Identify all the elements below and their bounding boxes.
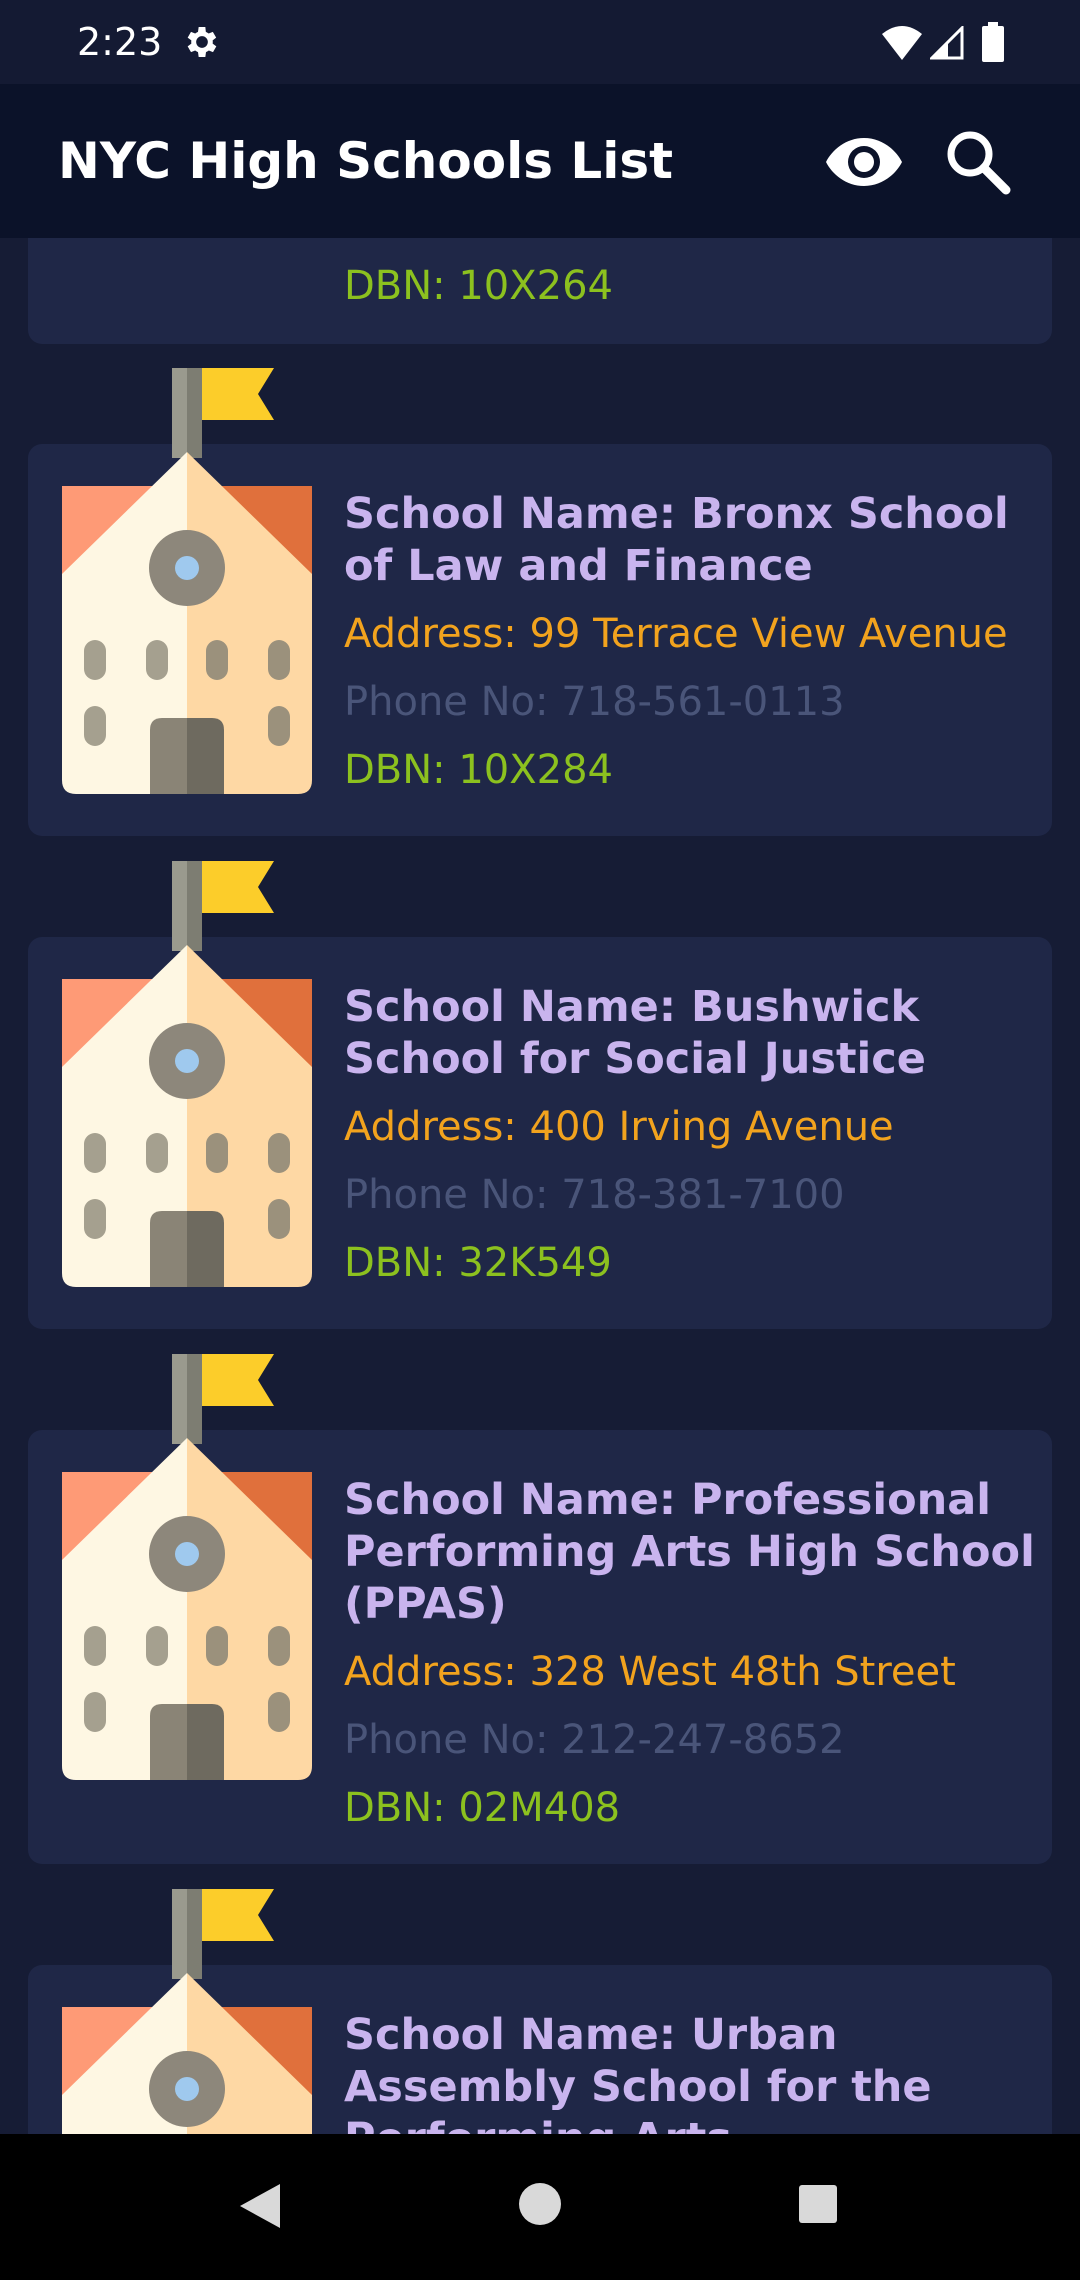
search-icon bbox=[947, 131, 1011, 195]
school-dbn: DBN: 32K549 bbox=[344, 1240, 612, 1286]
wifi-icon bbox=[882, 26, 922, 60]
school-card[interactable]: School Name: Urban Assembly School for t… bbox=[28, 1965, 1052, 2134]
app-bar: NYC High Schools List bbox=[0, 84, 1080, 238]
school-phone: Phone No: 212-247-8652 bbox=[344, 1717, 845, 1763]
school-card[interactable]: DBN: 10X264 bbox=[28, 238, 1052, 344]
school-building-icon bbox=[62, 1354, 312, 1780]
school-dbn: DBN: 10X284 bbox=[344, 747, 614, 793]
school-name: School Name: Bushwick School for Social … bbox=[344, 982, 926, 1084]
school-list[interactable]: DBN: 10X264 School Name: Bronx School of… bbox=[0, 238, 1080, 2134]
signal-icon bbox=[930, 26, 964, 60]
school-building-icon bbox=[62, 861, 312, 1287]
back-icon[interactable] bbox=[236, 2180, 284, 2232]
battery-icon bbox=[982, 22, 1004, 62]
app-title: NYC High Schools List bbox=[58, 132, 674, 190]
home-icon[interactable] bbox=[518, 2182, 562, 2226]
school-name: School Name: Professional Performing Art… bbox=[344, 1475, 1035, 1629]
school-phone: Phone No: 718-381-7100 bbox=[344, 1172, 845, 1218]
school-address: Address: 400 Irving Avenue bbox=[344, 1104, 894, 1150]
school-card[interactable]: School Name: Professional Performing Art… bbox=[28, 1430, 1052, 1864]
eye-icon bbox=[826, 138, 902, 186]
school-name: School Name: Urban Assembly School for t… bbox=[344, 2010, 932, 2134]
school-address: Address: 328 West 48th Street bbox=[344, 1649, 956, 1695]
recents-icon[interactable] bbox=[798, 2184, 838, 2224]
status-time: 2:23 bbox=[77, 20, 163, 64]
school-dbn: DBN: 10X264 bbox=[344, 263, 614, 309]
visibility-button[interactable] bbox=[826, 124, 902, 200]
school-phone: Phone No: 718-561-0113 bbox=[344, 679, 845, 725]
search-button[interactable] bbox=[940, 124, 1016, 200]
navigation-bar bbox=[0, 2134, 1080, 2280]
school-card[interactable]: School Name: Bushwick School for Social … bbox=[28, 937, 1052, 1329]
school-dbn: DBN: 02M408 bbox=[344, 1785, 621, 1831]
status-bar: 2:23 bbox=[0, 0, 1080, 84]
school-building-icon bbox=[62, 1889, 312, 2134]
gear-icon bbox=[187, 27, 217, 57]
school-name: School Name: Bronx School of Law and Fin… bbox=[344, 489, 1009, 591]
school-building-icon bbox=[62, 368, 312, 794]
school-card[interactable]: School Name: Bronx School of Law and Fin… bbox=[28, 444, 1052, 836]
school-address: Address: 99 Terrace View Avenue bbox=[344, 611, 1008, 657]
